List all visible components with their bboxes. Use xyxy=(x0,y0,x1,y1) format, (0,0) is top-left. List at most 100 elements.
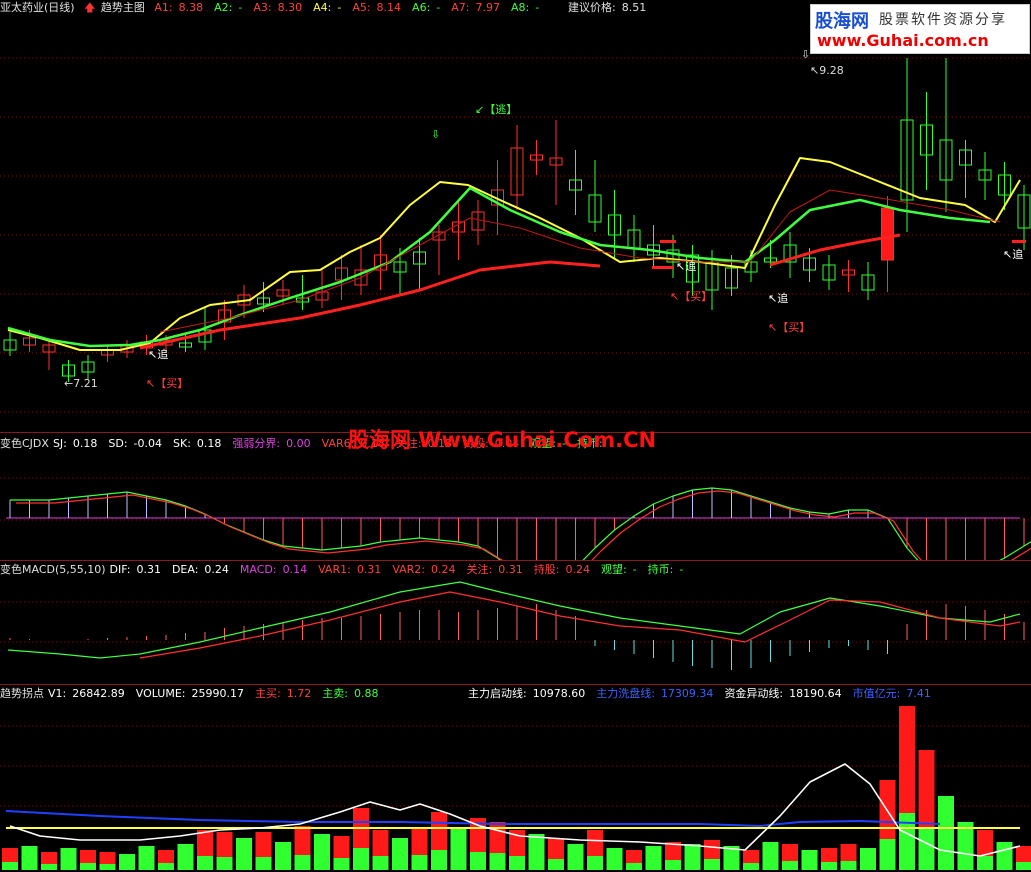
cjdx-chart[interactable] xyxy=(0,436,1031,560)
macd-field-value: - xyxy=(679,563,684,576)
pane-divider xyxy=(0,560,1031,561)
macd-header: 变色MACD(5,55,10) DIF: 0.31 DEA: 0.24 MACD: 0.14… xyxy=(0,562,700,578)
suggest-price: 建议价格: 8.51 xyxy=(568,0,652,16)
logo-brand: 股海网 xyxy=(815,11,869,32)
suggest-label: 建议价格: xyxy=(568,1,616,14)
tao-down-arrow-icon: ⇩ xyxy=(431,128,441,141)
volume-right-field-label: 资金异动线: xyxy=(724,687,784,700)
signal-bar xyxy=(660,240,676,243)
volume-bar xyxy=(860,848,876,870)
volume-bar-inner xyxy=(587,856,603,870)
volume-field: 主买: 1.72 xyxy=(255,687,317,700)
volume-pane[interactable]: 趋势拐点 V1: 26842.89 VOLUME: 25990.17 主买: 1.72 主卖:… xyxy=(0,686,1031,872)
a-value-field: A6: - xyxy=(412,1,446,14)
volume-right-field-value: 18190.64 xyxy=(789,687,842,700)
volume-bar-inner xyxy=(333,858,350,870)
volume-bar-inner xyxy=(372,856,389,870)
site-logo: 股海网 股票软件资源分享 www.Guhai.com.cn xyxy=(810,4,1030,54)
macd-field: 关注: 0.31 xyxy=(467,563,529,576)
volume-bar xyxy=(119,854,135,870)
volume-bar xyxy=(938,796,954,870)
a-value-field-label: A4: xyxy=(313,1,332,14)
macd-field: DEA: 0.24 xyxy=(172,563,235,576)
volume-field-label: V1: xyxy=(48,687,67,700)
macd-field: 持股: 0.24 xyxy=(534,563,596,576)
volume-bar-inner xyxy=(1016,862,1031,870)
macd-field-label: DIF: xyxy=(109,563,131,576)
macd-title[interactable]: 变色MACD(5,55,10) xyxy=(0,563,106,576)
volume-bar xyxy=(21,846,38,870)
volume-bar xyxy=(60,848,77,870)
volume-right-field: 主力洗盘线: 17309.34 xyxy=(596,687,719,700)
volume-right-field: 市值亿元: 7.41 xyxy=(853,687,937,700)
volume-chart[interactable] xyxy=(0,686,1031,872)
a-value-field-label: A5: xyxy=(352,1,371,14)
a-value-field-value: - xyxy=(436,1,441,14)
macd-field: 持币: - xyxy=(648,563,690,576)
buy-signal: ↖【买】 xyxy=(768,321,811,334)
volume-right-field-label: 市值亿元: xyxy=(852,687,901,700)
volume-bar xyxy=(177,844,194,870)
volume-bar-inner xyxy=(821,862,837,870)
a-value-field-label: A2: xyxy=(214,1,233,14)
volume-bar-inner xyxy=(509,856,525,870)
indicator-name[interactable]: 趋势主图 xyxy=(101,1,145,14)
volume-field: 主卖: 0.88 xyxy=(322,687,384,700)
macd-field-label: 观望: xyxy=(600,563,627,576)
tao-text: 【逃】 xyxy=(484,103,518,116)
volume-bar xyxy=(314,834,330,870)
macd-pane[interactable]: 变色MACD(5,55,10) DIF: 0.31 DEA: 0.24 MACD: 0.14… xyxy=(0,562,1031,684)
volume-bar xyxy=(645,846,662,870)
a-value-field: A5: 8.14 xyxy=(352,1,407,14)
a-values: A1: 8.38 A2: - A3: 8.30 A4: - A5: 8.14 A6: - A7: 7.97… xyxy=(154,1,550,14)
volume-bar-inner xyxy=(411,855,428,870)
cjdx-field-label: 强弱分界: xyxy=(232,437,281,450)
volume-right-field-label: 主力洗盘线: xyxy=(596,687,655,700)
watermark: 股海网 Www.Guhai.Com.CN xyxy=(348,428,657,452)
macd-field-label: VAR1: xyxy=(318,563,351,576)
volume-bar xyxy=(996,842,1013,870)
buy-signal: ↖【买】 xyxy=(670,290,713,303)
volume-right-field: 主力启动线: 10978.60 xyxy=(468,687,591,700)
volume-bar-inner xyxy=(197,856,213,870)
a-value-field: A3: 8.30 xyxy=(253,1,308,14)
volume-bar xyxy=(392,838,408,870)
ma-thin-red-line xyxy=(159,189,1001,333)
a-value-field-label: A8: xyxy=(511,1,530,14)
volume-right-field-label: 主力启动线: xyxy=(468,687,527,700)
main-chart-pane[interactable]: 亚太药业(日线) 🡅 趋势主图 A1: 8.38 A2: - A3: 8.30 A4: - A5… xyxy=(0,0,1031,425)
volume-bar-inner xyxy=(99,864,116,870)
cjdx-field-value: -0.04 xyxy=(133,437,163,450)
volume-field-label: 主卖: xyxy=(322,687,348,700)
cjdx-title[interactable]: 变色CJDX xyxy=(0,437,49,450)
volume-bar-inner xyxy=(353,848,369,870)
buy-text: 【买】 xyxy=(777,321,811,334)
a-value-field-value: 7.97 xyxy=(475,1,501,14)
macd-field-label: VAR2: xyxy=(392,563,426,576)
cjdx-pane[interactable]: 变色CJDX SJ: 0.18 SD: -0.04 SK: 0.18 强弱分界: 0.00 VAR… xyxy=(0,436,1031,560)
a-value-field-value: 8.38 xyxy=(178,1,204,14)
volume-bar-inner xyxy=(626,863,642,870)
cjdx-field: SK: 0.18 xyxy=(173,437,227,450)
volume-field-label: VOLUME: xyxy=(135,687,186,700)
a-value-field-value: - xyxy=(337,1,342,14)
cjdx-field-value: 0.00 xyxy=(286,437,311,450)
macd-field-label: 持币: xyxy=(647,563,674,576)
volume-bar xyxy=(684,844,701,870)
volume-right-field: 资金异动线: 18190.64 xyxy=(724,687,847,700)
macd-field-label: 关注: xyxy=(466,563,493,576)
volume-right-field-value: 17309.34 xyxy=(660,687,714,700)
logo-subtitle: 股票软件资源分享 xyxy=(879,12,1007,28)
macd-field-value: 0.24 xyxy=(431,563,456,576)
a-value-field-value: 8.30 xyxy=(277,1,303,14)
macd-chart[interactable] xyxy=(0,562,1031,684)
volume-bar-inner xyxy=(704,859,720,870)
cjdx-field: 强弱分界: 0.00 xyxy=(232,437,316,450)
macd-field: MACD: 0.14 xyxy=(240,563,313,576)
volume-field-label: 主买: xyxy=(255,687,281,700)
chase-text: 追 xyxy=(685,260,697,273)
high-down-arrow-icon: ⇩ xyxy=(801,48,811,61)
macd-field: 观望: - xyxy=(601,563,643,576)
volume-title[interactable]: 趋势拐点 xyxy=(0,687,44,700)
chase-signal: ↖追 xyxy=(676,260,697,273)
